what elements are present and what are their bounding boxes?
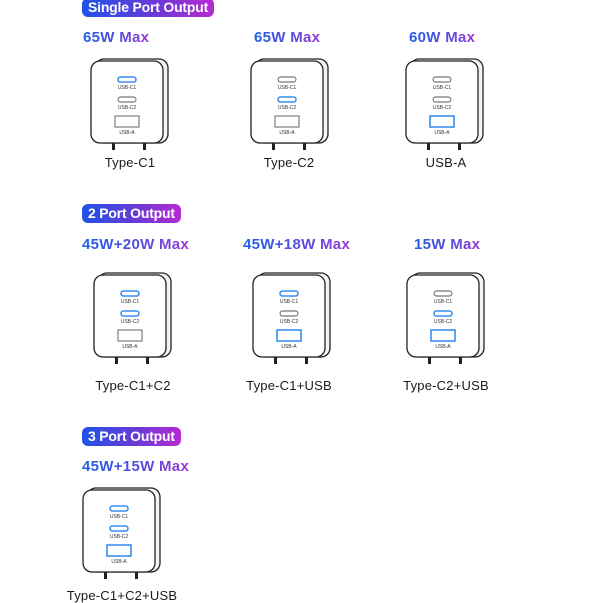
usb-a-port [117,329,143,342]
usb-c-port [109,505,129,512]
charger-illustration: USB-C1 USB-C2 USB-A [250,58,330,152]
port-label: USB-C2 [280,319,299,325]
port-label: USB-C1 [433,85,452,91]
usb-c-port [117,96,137,103]
usb-c-port [433,310,453,317]
watt-label: 45W+20W Max [82,236,190,253]
port-label: USB-A [281,344,297,350]
port-label: USB-C1 [118,85,137,91]
usb-c-port [279,290,299,297]
section-badge-3port: 3 Port Output [82,427,181,446]
usb-c-port [120,310,140,317]
config-label: Type-C1+C2+USB [66,588,178,603]
usb-a-port [106,544,132,557]
port-label: USB-A [111,559,127,565]
watt-label: 65W Max [254,29,321,46]
usb-a-port [430,329,456,342]
charger-illustration: USB-C1 USB-C2 USB-A [406,272,486,366]
charger-illustration: USB-C1 USB-C2 USB-A [405,58,485,152]
charger-illustration: USB-C1 USB-C2 USB-A [90,58,170,152]
port-label: USB-C1 [278,85,297,91]
usb-a-port [276,329,302,342]
usb-c-port [432,76,452,83]
usb-c-port [277,96,297,103]
usb-c-port [120,290,140,297]
config-label: Type-C2 [263,155,315,170]
port-label: USB-A [435,344,451,350]
port-label: USB-A [279,130,295,136]
port-label: USB-A [122,344,138,350]
usb-c-port [432,96,452,103]
watt-label: 45W+18W Max [243,236,351,253]
usb-c-port [277,76,297,83]
port-label: USB-C2 [434,319,453,325]
usb-a-port [429,115,455,128]
charger-illustration: USB-C1 USB-C2 USB-A [82,487,162,581]
config-label: Type-C1+C2 [95,378,171,393]
port-label: USB-C1 [434,299,453,305]
config-label: Type-C1 [104,155,156,170]
section-badge-2port: 2 Port Output [82,204,181,223]
port-label: USB-A [119,130,135,136]
port-label: USB-C2 [433,105,452,111]
usb-c-port [279,310,299,317]
usb-c-port [433,290,453,297]
config-label: USB-A [425,155,467,170]
usb-c-port [117,76,137,83]
port-label: USB-C2 [278,105,297,111]
config-label: Type-C1+USB [246,378,332,393]
port-label: USB-C1 [121,299,140,305]
watt-label: 65W Max [83,29,150,46]
usb-a-port [274,115,300,128]
port-label: USB-A [434,130,450,136]
port-label: USB-C2 [121,319,140,325]
port-label: USB-C1 [280,299,299,305]
charger-illustration: USB-C1 USB-C2 USB-A [252,272,332,366]
charger-illustration: USB-C1 USB-C2 USB-A [93,272,173,366]
usb-a-port [114,115,140,128]
watt-label: 45W+15W Max [82,458,190,475]
port-label: USB-C2 [118,105,137,111]
port-label: USB-C2 [110,534,129,540]
port-label: USB-C1 [110,514,129,520]
usb-c-port [109,525,129,532]
section-badge-single: Single Port Output [82,0,215,17]
watt-label: 15W Max [414,236,481,253]
watt-label: 60W Max [409,29,476,46]
config-label: Type-C2+USB [403,378,489,393]
